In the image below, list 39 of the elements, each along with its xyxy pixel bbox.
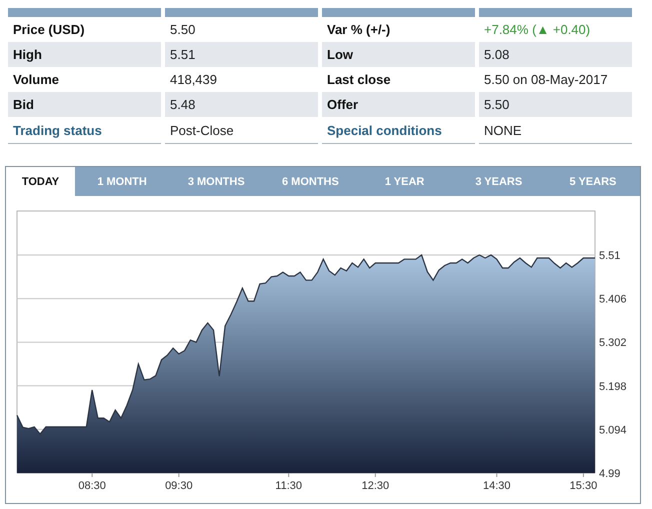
field-value: 418,439: [169, 71, 218, 89]
range-tab[interactable]: 1 YEAR: [358, 167, 452, 196]
field-label: Bid: [8, 92, 161, 117]
axis-label: 08:30: [78, 480, 106, 492]
field-label: Offer: [322, 92, 475, 117]
axis-label: 15:30: [570, 480, 598, 492]
field-link[interactable]: Trading status: [8, 117, 161, 144]
axis-label: 5.406: [599, 294, 627, 306]
range-tab[interactable]: 5 YEARS: [546, 167, 640, 196]
field-value: 5.50 on 08-May-2017: [483, 71, 609, 89]
field-value: NONE: [479, 117, 632, 144]
axis-label: 5.198: [599, 380, 627, 393]
axis-label: 09:30: [165, 480, 193, 492]
axis-label: 4.99: [599, 468, 620, 480]
axis-label: 5.302: [599, 337, 627, 350]
field-link[interactable]: Special conditions: [322, 117, 475, 144]
field-value: 5.08: [479, 42, 632, 67]
field-value: 5.50: [169, 21, 196, 39]
field-label: Price (USD): [12, 21, 86, 39]
field-label: Var % (+/-): [326, 21, 392, 39]
axis-label: 5.094: [599, 424, 627, 436]
field-value: Post-Close: [165, 117, 318, 144]
range-tab[interactable]: 6 MONTHS: [263, 167, 358, 196]
field-label: Low: [322, 42, 475, 67]
change-value: +7.84% (▲ +0.40): [483, 21, 592, 39]
field-label: High: [8, 42, 161, 67]
axis-label: 11:30: [275, 480, 302, 492]
range-tab[interactable]: 1 MONTH: [75, 167, 170, 196]
range-tab[interactable]: 3 MONTHS: [169, 167, 264, 196]
range-tab[interactable]: TODAY: [6, 167, 75, 196]
axis-label: 5.51: [599, 250, 620, 262]
axis-label: 12:30: [362, 480, 390, 492]
axis-label: 14:30: [482, 480, 510, 492]
range-tab[interactable]: 3 YEARS: [452, 167, 546, 196]
field-value: 5.50: [479, 92, 632, 117]
field-value: 5.48: [165, 92, 318, 117]
field-value: 5.51: [165, 42, 318, 67]
field-label: Last close: [326, 71, 392, 89]
field-label: Volume: [12, 71, 60, 89]
